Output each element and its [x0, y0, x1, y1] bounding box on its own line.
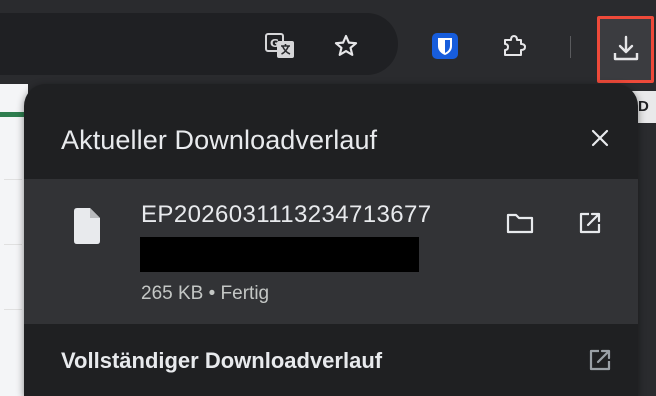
browser-window: G D Aktueller Downloadverlauf EP20260311…	[0, 0, 656, 396]
open-external-icon	[589, 349, 611, 371]
toolbar-divider	[570, 36, 571, 58]
redacted-block	[140, 237, 419, 272]
folder-icon	[506, 213, 534, 234]
open-file-button[interactable]	[572, 205, 608, 241]
bubble-title: Aktueller Downloadverlauf	[61, 125, 378, 155]
full-history-label: Vollständiger Downloadverlauf	[61, 348, 383, 373]
download-bubble: Aktueller Downloadverlauf EP202603111323…	[24, 84, 638, 396]
close-icon	[591, 129, 609, 147]
extensions-puzzle-icon[interactable]	[496, 28, 532, 64]
downloads-button[interactable]	[597, 16, 654, 83]
bitwarden-extension-icon[interactable]	[427, 28, 463, 64]
download-icon	[613, 35, 639, 61]
page-divider	[4, 179, 22, 180]
open-external-icon	[579, 212, 601, 234]
show-in-folder-button[interactable]	[502, 205, 538, 241]
full-history-link[interactable]: Vollständiger Downloadverlauf	[24, 324, 638, 396]
download-status: 265 KB • Fertig	[141, 283, 270, 304]
page-divider	[4, 309, 22, 310]
browser-toolbar: G D	[0, 0, 656, 123]
file-icon	[72, 207, 102, 250]
translate-icon[interactable]: G	[262, 30, 298, 62]
close-button[interactable]	[582, 120, 618, 156]
page-divider	[4, 244, 22, 245]
download-file-name: EP2026031113234713677	[141, 201, 432, 228]
bookmark-star-icon[interactable]	[328, 28, 364, 64]
full-history-open-button[interactable]	[582, 342, 618, 378]
download-item-row[interactable]: EP2026031113234713677 265 KB • Fertig	[24, 179, 638, 324]
